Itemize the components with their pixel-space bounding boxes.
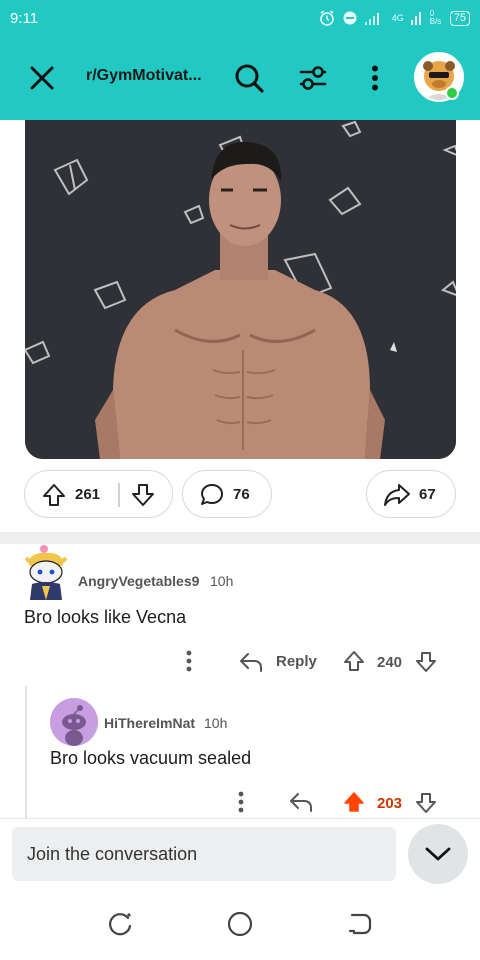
status-bar: 9:11 4G 0 B/s 75 bbox=[0, 0, 480, 36]
comment-author-2[interactable]: HiThereImNat bbox=[104, 715, 195, 731]
sliders-icon bbox=[299, 66, 327, 90]
post-image[interactable] bbox=[25, 120, 456, 459]
comment-downvote-button-2[interactable] bbox=[414, 791, 440, 817]
app-bar: r/GymMotivat... bbox=[0, 36, 480, 120]
comment-count: 76 bbox=[233, 486, 250, 503]
nav-home-button[interactable] bbox=[226, 910, 254, 938]
more-vertical-icon bbox=[238, 791, 244, 813]
comment-avatar-2[interactable] bbox=[50, 698, 98, 746]
downvote-arrow-icon bbox=[416, 793, 436, 813]
comment-body-1: Bro looks like Vecna bbox=[24, 607, 187, 627]
reply-arrow-icon bbox=[290, 793, 312, 812]
net-speed: 0 B/s bbox=[429, 9, 442, 26]
comments-button[interactable]: 76 bbox=[182, 470, 272, 518]
battery-indicator: 75 bbox=[449, 10, 470, 26]
recents-icon bbox=[109, 913, 132, 936]
composer-bar: Join the conversation bbox=[0, 818, 480, 890]
status-icons: 4G 0 B/s 75 bbox=[318, 9, 470, 27]
search-icon bbox=[235, 64, 264, 93]
home-circle-icon bbox=[227, 911, 253, 937]
nav-back-button[interactable] bbox=[346, 910, 374, 938]
comment-upvote-button-2[interactable] bbox=[342, 790, 368, 816]
post-photo bbox=[25, 120, 456, 459]
downvote-arrow-icon bbox=[132, 484, 154, 506]
thread-line[interactable] bbox=[25, 686, 27, 818]
reply-arrow-icon bbox=[240, 653, 262, 672]
comment-bubble-icon bbox=[201, 484, 223, 505]
upvote-arrow-filled-icon bbox=[344, 792, 364, 812]
comment-author-1[interactable]: AngryVegetables9 bbox=[78, 573, 199, 589]
comment-actions-1: Reply 240 bbox=[176, 645, 446, 679]
collapse-button[interactable] bbox=[408, 824, 468, 884]
overflow-menu-button[interactable] bbox=[360, 61, 390, 95]
reply-button-2[interactable] bbox=[288, 790, 316, 816]
comment-actions-2: 203 bbox=[228, 786, 448, 820]
status-time: 9:11 bbox=[10, 9, 39, 27]
comment-downvote-button-1[interactable] bbox=[414, 650, 440, 676]
section-divider bbox=[0, 532, 480, 544]
nav-recents-button[interactable] bbox=[106, 910, 134, 938]
comment-score-1: 240 bbox=[377, 654, 403, 671]
reply-button-1[interactable]: Reply bbox=[238, 649, 318, 675]
close-button[interactable] bbox=[26, 62, 58, 94]
join-conversation-input[interactable]: Join the conversation bbox=[12, 827, 396, 881]
snoo-avatar-icon bbox=[24, 545, 68, 600]
comment-time-1: 10h bbox=[210, 573, 234, 589]
vote-divider bbox=[118, 483, 120, 507]
close-icon bbox=[30, 66, 54, 90]
online-status-dot bbox=[445, 86, 459, 100]
filter-button[interactable] bbox=[296, 61, 330, 95]
back-icon bbox=[348, 913, 372, 935]
comment-upvote-button-1[interactable] bbox=[342, 649, 368, 675]
upvote-arrow-icon bbox=[43, 484, 65, 506]
upvote-button[interactable] bbox=[41, 482, 67, 508]
comment-score-2: 203 bbox=[377, 795, 403, 812]
snoo-avatar-icon bbox=[50, 698, 98, 746]
post-action-row: 261 76 67 bbox=[0, 470, 480, 520]
share-button[interactable]: 67 bbox=[366, 470, 456, 518]
system-nav-bar bbox=[0, 890, 480, 960]
more-vertical-icon bbox=[186, 650, 192, 672]
dnd-icon bbox=[343, 11, 357, 25]
reply-label-1: Reply bbox=[276, 653, 317, 670]
comment-avatar-1[interactable] bbox=[22, 544, 70, 600]
alarm-icon bbox=[319, 10, 334, 26]
downvote-arrow-icon bbox=[416, 652, 436, 672]
comment-more-button-2[interactable] bbox=[238, 791, 250, 815]
comment-time-2: 10h bbox=[204, 715, 228, 731]
comment-more-button-1[interactable] bbox=[186, 650, 198, 674]
share-arrow-icon bbox=[384, 484, 410, 506]
downvote-button[interactable] bbox=[130, 482, 156, 508]
search-button[interactable] bbox=[232, 61, 266, 95]
share-count: 67 bbox=[419, 486, 436, 503]
upvote-count: 261 bbox=[75, 486, 101, 503]
chevron-down-icon bbox=[425, 847, 451, 861]
signal-icon bbox=[364, 13, 379, 25]
signal-icon-2 bbox=[410, 12, 421, 25]
network-type: 4G bbox=[391, 13, 404, 23]
upvote-arrow-icon bbox=[344, 651, 364, 671]
more-vertical-icon bbox=[372, 65, 378, 91]
subreddit-name[interactable]: r/GymMotivat... bbox=[86, 67, 210, 85]
vote-pill: 261 bbox=[24, 470, 173, 518]
comment-body-2: Bro looks vacuum sealed bbox=[50, 748, 252, 768]
